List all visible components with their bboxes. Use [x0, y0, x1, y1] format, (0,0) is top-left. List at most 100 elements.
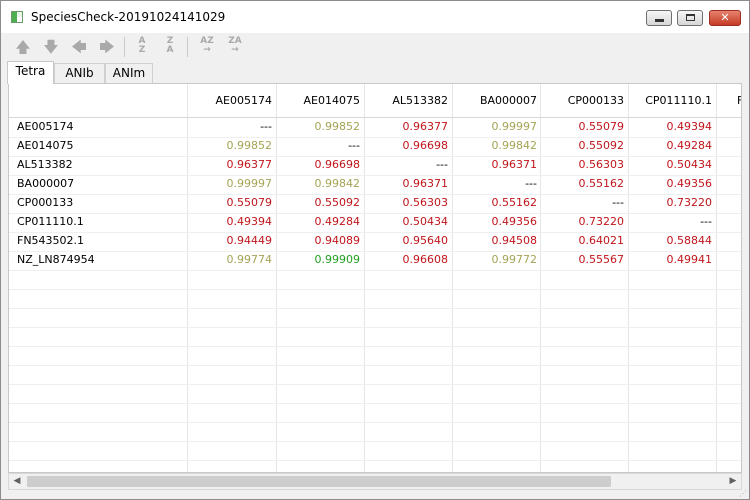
table-cell[interactable]: 0.49356: [667, 177, 713, 190]
table-cell[interactable]: 0.99997: [227, 177, 273, 190]
column-header[interactable]: AE014075: [304, 94, 360, 107]
sort-rows-descending-icon[interactable]: ZA: [159, 37, 181, 57]
table-cell[interactable]: 0.94089: [315, 234, 361, 247]
row-label[interactable]: FN543502.1: [17, 234, 84, 247]
scroll-thumb[interactable]: [27, 476, 611, 487]
row-label[interactable]: AL513382: [17, 158, 73, 171]
row-label[interactable]: BA000007: [17, 177, 74, 190]
table-cell[interactable]: 0.49284: [667, 139, 713, 152]
table-cell[interactable]: 0.55079: [579, 120, 625, 133]
sort-columns-ascending-icon[interactable]: AZ →: [196, 37, 218, 57]
row-label[interactable]: CP011110.1: [17, 215, 84, 228]
column-header[interactable]: CP000133: [568, 94, 624, 107]
table-cell[interactable]: 0.49394: [227, 215, 273, 228]
row-divider: [9, 441, 741, 442]
table-cell[interactable]: ---: [348, 139, 360, 152]
maximize-icon: [686, 14, 695, 21]
table-cell[interactable]: 0.64021: [579, 234, 625, 247]
move-right-icon[interactable]: 🡆: [96, 37, 118, 57]
table-cell[interactable]: 0.49394: [667, 120, 713, 133]
table-cell[interactable]: ---: [436, 158, 448, 171]
table-cell[interactable]: 0.56303: [403, 196, 449, 209]
maximize-button[interactable]: [677, 10, 703, 26]
move-down-icon[interactable]: 🡇: [40, 37, 62, 57]
sort-rows-ascending-icon[interactable]: AZ: [131, 37, 153, 57]
table-cell[interactable]: 0.96377: [403, 120, 449, 133]
table-cell[interactable]: 0.99842: [492, 139, 538, 152]
table-cell[interactable]: 0.55567: [579, 253, 625, 266]
horizontal-scrollbar[interactable]: ◀ ▶: [8, 473, 742, 490]
row-divider: [9, 365, 741, 366]
column-header[interactable]: CP011110.1: [645, 94, 712, 107]
sort-columns-descending-icon[interactable]: ZA →: [224, 37, 246, 57]
row-label[interactable]: AE014075: [17, 139, 73, 152]
table-cell[interactable]: 0.99772: [492, 253, 538, 266]
table-cell[interactable]: 0.96698: [315, 158, 361, 171]
move-up-icon[interactable]: 🡅: [12, 37, 34, 57]
table-cell[interactable]: ---: [700, 215, 712, 228]
table-cell[interactable]: 0.56303: [579, 158, 625, 171]
table-cell[interactable]: 0.95640: [403, 234, 449, 247]
table-cell[interactable]: 0.96608: [403, 253, 449, 266]
table-cell[interactable]: 0.49356: [492, 215, 538, 228]
header-divider: [9, 117, 741, 118]
row-divider: [9, 327, 741, 328]
table-cell[interactable]: 0.55162: [579, 177, 625, 190]
table-cell[interactable]: 0.49941: [667, 253, 713, 266]
row-label[interactable]: AE005174: [17, 120, 73, 133]
table-cell[interactable]: 0.55092: [579, 139, 625, 152]
row-divider: [9, 156, 741, 157]
row-divider: [9, 213, 741, 214]
table-cell[interactable]: 0.99997: [492, 120, 538, 133]
move-left-icon[interactable]: 🡄: [68, 37, 90, 57]
table-cell[interactable]: 0.73220: [667, 196, 713, 209]
column-header[interactable]: F: [737, 94, 741, 107]
table-cell[interactable]: 0.55079: [227, 196, 273, 209]
row-divider: [9, 460, 741, 461]
table-cell[interactable]: ---: [612, 196, 624, 209]
column-divider: [276, 84, 277, 472]
table-cell[interactable]: 0.99842: [315, 177, 361, 190]
column-header[interactable]: AE005174: [216, 94, 272, 107]
table-cell[interactable]: 0.96371: [492, 158, 538, 171]
tab-anim[interactable]: ANIm: [105, 63, 153, 83]
minimize-button[interactable]: [646, 10, 672, 26]
table-cell[interactable]: 0.99852: [227, 139, 273, 152]
column-header[interactable]: AL513382: [392, 94, 448, 107]
table-cell[interactable]: 0.94508: [492, 234, 538, 247]
table-cell[interactable]: 0.99852: [315, 120, 361, 133]
results-table[interactable]: AE005174 AE014075 AL513382 BA000007 CP000133…: [8, 83, 742, 473]
size-grip-icon[interactable]: ⋰: [739, 489, 749, 499]
table-cell[interactable]: 0.55092: [315, 196, 361, 209]
table-cell[interactable]: ---: [525, 177, 537, 190]
title-bar: SpeciesCheck-20191024141029 ✕: [1, 1, 749, 33]
table-cell[interactable]: 0.99909: [315, 253, 361, 266]
table-cell[interactable]: 0.58844: [667, 234, 713, 247]
row-label[interactable]: NZ_LN874954: [17, 253, 95, 266]
table-cell[interactable]: 0.50434: [403, 215, 449, 228]
row-divider: [9, 270, 741, 271]
table-cell[interactable]: 0.96698: [403, 139, 449, 152]
table-cell[interactable]: 0.55162: [492, 196, 538, 209]
scroll-right-icon[interactable]: ▶: [725, 474, 741, 489]
tab-tetra[interactable]: Tetra: [7, 61, 54, 84]
row-label[interactable]: CP000133: [17, 196, 73, 209]
table-cell[interactable]: 0.96371: [403, 177, 449, 190]
table-cell[interactable]: 0.73220: [579, 215, 625, 228]
table-cell[interactable]: 0.99774: [227, 253, 273, 266]
row-divider: [9, 137, 741, 138]
row-divider: [9, 422, 741, 423]
tab-anib[interactable]: ANIb: [54, 63, 105, 83]
app-icon: [11, 11, 23, 23]
scroll-left-icon[interactable]: ◀: [9, 474, 25, 489]
table-cell[interactable]: 0.96377: [227, 158, 273, 171]
close-button[interactable]: ✕: [709, 10, 741, 26]
table-cell[interactable]: 0.50434: [667, 158, 713, 171]
table-cell[interactable]: ---: [260, 120, 272, 133]
row-divider: [9, 346, 741, 347]
table-cell[interactable]: 0.49284: [315, 215, 361, 228]
minimize-icon: [655, 19, 664, 22]
column-header[interactable]: BA000007: [480, 94, 537, 107]
row-divider: [9, 384, 741, 385]
table-cell[interactable]: 0.94449: [227, 234, 273, 247]
